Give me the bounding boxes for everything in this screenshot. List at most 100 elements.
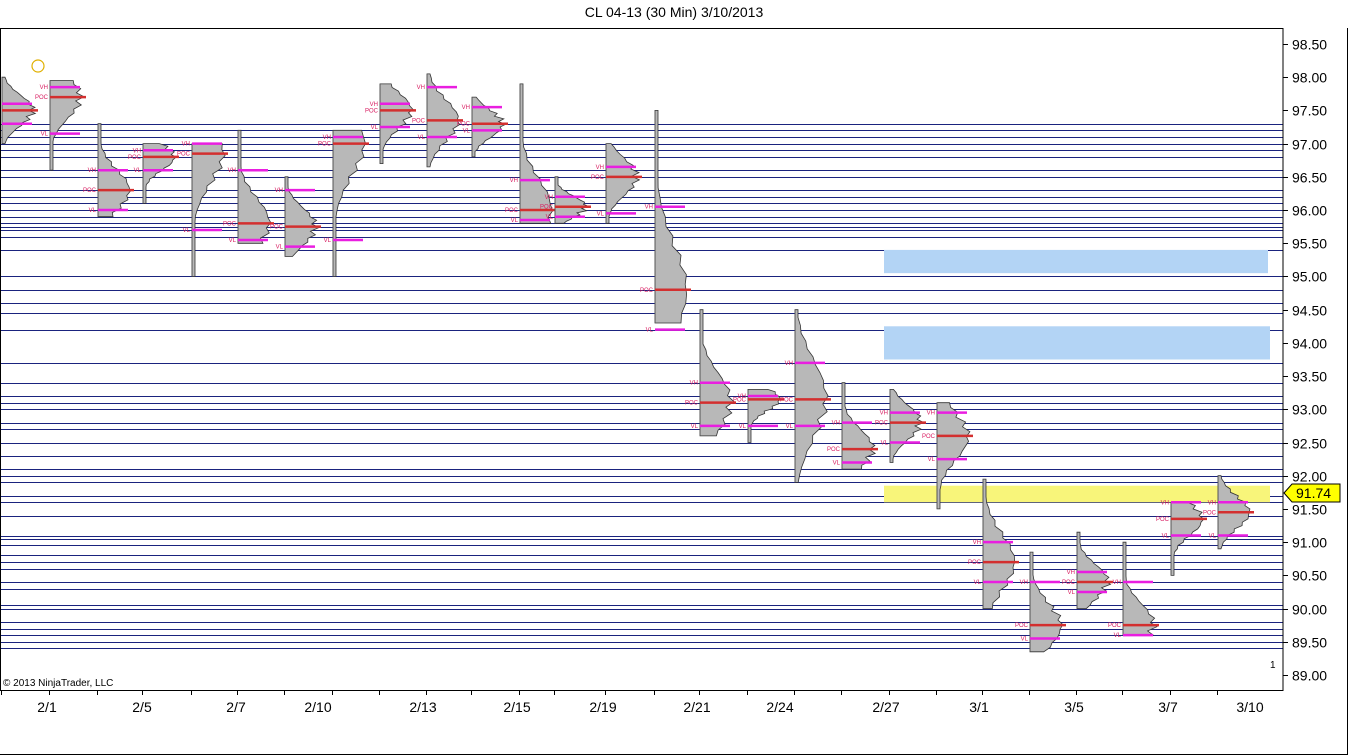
poc-label: POC <box>540 205 554 211</box>
vh-label: VH <box>1161 500 1169 506</box>
poc-label: POC <box>128 155 142 161</box>
poc-label: POC <box>365 108 379 114</box>
profile-histogram <box>1170 501 1205 576</box>
y-tick-label: 96.50 <box>1292 170 1327 186</box>
profile-histogram <box>889 389 925 463</box>
poc-label: POC <box>1015 623 1029 629</box>
vh-label: VH <box>832 421 840 427</box>
vh-label: VH <box>1208 500 1216 506</box>
market-profile-chart[interactable]: VHPOCVLVHPOCVLVHPOCVLVHPOCVLVHPOCVLVHPOC… <box>0 0 1348 755</box>
vl-label: VL <box>134 168 142 174</box>
vh-label: VH <box>510 178 518 184</box>
panel-number: 1 <box>1270 660 1276 671</box>
y-tick-label: 94.50 <box>1292 303 1327 319</box>
x-tick-label: 2/7 <box>226 699 246 715</box>
poc-label: POC <box>83 188 97 194</box>
circle-p-icon <box>31 59 45 73</box>
vh-label: VH <box>323 135 331 141</box>
x-tick-label: 2/1 <box>37 699 57 715</box>
profile-histogram <box>379 83 414 164</box>
vh-label: VH <box>1020 580 1028 586</box>
x-tick-label: 3/7 <box>1158 699 1178 715</box>
vl-label: VL <box>739 424 747 430</box>
profile-histogram <box>605 143 641 224</box>
profile-histogram <box>654 110 688 324</box>
profile-histogram <box>1029 551 1064 653</box>
profile: VHPOCVL <box>1062 531 1113 609</box>
vh-label: VH <box>40 85 48 91</box>
profile: VH POC VL <box>35 80 86 171</box>
vl-label: VL <box>418 135 426 141</box>
y-tick-label: 93.00 <box>1292 402 1327 418</box>
profile: VHPOCVL <box>733 389 784 443</box>
vh-label: VH <box>973 540 981 546</box>
vh-label: VH <box>645 205 653 211</box>
vl-label: VL <box>1114 633 1122 639</box>
y-tick-label: 93.50 <box>1292 369 1327 385</box>
profile-histogram <box>699 309 735 437</box>
vh-label: VH <box>275 188 283 194</box>
profile-histogram <box>49 80 85 171</box>
poc-label: POC <box>223 221 237 227</box>
poc-label: POC <box>1203 510 1217 516</box>
profile: VHPOCVL <box>1015 551 1066 653</box>
profile-histogram <box>237 129 272 244</box>
vl-label: VL <box>463 128 471 134</box>
y-tick-label: 89.00 <box>1292 668 1327 684</box>
vh-label: VH <box>417 85 425 91</box>
x-tick-label: 2/19 <box>589 699 616 715</box>
poc-label: POC <box>177 152 191 158</box>
vl-label: VL <box>928 457 936 463</box>
poc-label: POC <box>35 95 49 101</box>
x-tick-label: 3/10 <box>1236 699 1263 715</box>
poc-label: POC <box>318 142 332 148</box>
profile: VH POC VL <box>223 129 274 244</box>
vl-label: VL <box>786 424 794 430</box>
vh-label: VH <box>133 148 141 154</box>
profile: VHPOCVL <box>365 83 416 164</box>
y-tick-label: 96.00 <box>1292 203 1327 219</box>
y-tick-label: 97.00 <box>1292 137 1327 153</box>
vh-label: VH <box>596 165 604 171</box>
vh-label: VH <box>462 105 470 111</box>
vl-label: VL <box>183 228 191 234</box>
x-tick-label: 2/13 <box>409 699 436 715</box>
poc-label: POC <box>922 434 936 440</box>
vl-label: VL <box>41 132 49 138</box>
vh-label: VH <box>690 381 698 387</box>
vh-label: VH <box>228 168 236 174</box>
vl-label: VL <box>646 328 654 334</box>
profile: VHPOCVL <box>875 389 926 463</box>
blue-zone <box>884 249 1268 274</box>
y-tick-label: 92.00 <box>1292 469 1327 485</box>
vl-label: VL <box>597 211 605 217</box>
profile: VHPOCVL <box>177 142 228 277</box>
vh-label: VH <box>1067 570 1075 576</box>
vh-label: VH <box>88 168 96 174</box>
vl-label: VL <box>546 215 554 221</box>
last-price-marker: 91.74 <box>1283 483 1341 503</box>
profile: VHPOCVL <box>685 309 736 437</box>
profile-histogram <box>284 176 320 257</box>
poc-label: POC <box>1062 580 1076 586</box>
y-tick-label: 90.00 <box>1292 602 1327 618</box>
vl-label: VL <box>89 208 97 214</box>
profile-start-icon <box>31 59 45 73</box>
copyright-text: © 2013 NinjaTrader, LLC <box>3 678 114 689</box>
vh-label: VH <box>545 195 553 201</box>
poc-label: POC <box>270 225 284 231</box>
x-tick-label: 3/5 <box>1064 699 1084 715</box>
vl-label: VL <box>229 238 237 244</box>
last-price-label: 91.74 <box>1296 485 1331 501</box>
y-tick-label: 94.00 <box>1292 336 1327 352</box>
profile-histogram <box>1122 541 1158 636</box>
poc-label: POC <box>780 397 794 403</box>
profile: VH POC VL <box>540 176 591 224</box>
y-tick-label: 98.00 <box>1292 70 1327 86</box>
vh-label: VH <box>880 411 888 417</box>
profile: VHPOCVL <box>1108 541 1159 639</box>
x-tick-label: 2/5 <box>132 699 152 715</box>
vh-label: VH <box>1113 580 1121 586</box>
vl-label: VL <box>881 441 889 447</box>
poc-label: POC <box>1156 517 1170 523</box>
